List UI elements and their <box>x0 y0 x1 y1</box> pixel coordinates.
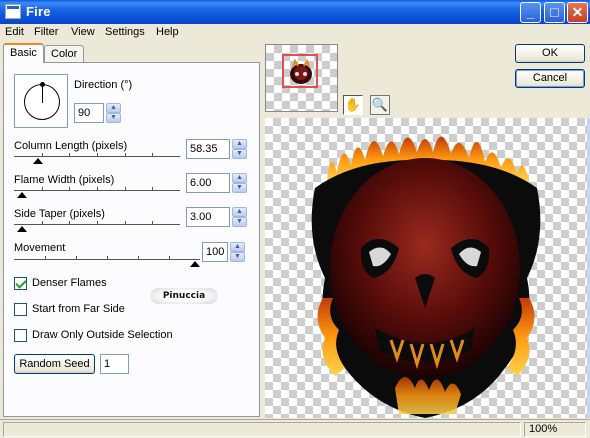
minimize-button[interactable]: _ <box>520 2 541 23</box>
status-bar: 100% <box>0 419 590 438</box>
pan-hand-icon[interactable]: ✋ <box>343 95 363 115</box>
slider-tick <box>45 256 46 260</box>
column-length-slider[interactable] <box>14 152 180 166</box>
tab-color[interactable]: Color <box>44 45 85 63</box>
movement-input[interactable]: 100 <box>202 242 228 262</box>
zoom-level: 100% <box>524 422 586 437</box>
slider-thumb[interactable] <box>33 158 43 164</box>
spin-down-icon[interactable]: ▼ <box>106 113 121 123</box>
spin-up-icon[interactable]: ▲ <box>232 173 247 183</box>
flame-width-label: Flame Width (pixels) <box>14 174 115 186</box>
denser-flames-checkbox[interactable] <box>14 277 27 290</box>
slider-tick <box>69 221 70 225</box>
menu-help[interactable]: Help <box>156 26 179 38</box>
flame-width-spinner[interactable]: ▲ ▼ <box>232 173 247 193</box>
spin-up-icon[interactable]: ▲ <box>230 242 245 252</box>
slider-tick <box>125 221 126 225</box>
slider-tick <box>42 187 43 191</box>
spin-down-icon[interactable]: ▼ <box>230 252 245 262</box>
spin-down-icon[interactable]: ▼ <box>232 149 247 159</box>
tab-basic[interactable]: Basic <box>3 43 44 63</box>
slider-thumb[interactable] <box>17 226 27 232</box>
slider-tick <box>97 153 98 157</box>
ok-button[interactable]: OK <box>515 44 585 63</box>
slider-tick <box>152 187 153 191</box>
random-seed-input[interactable]: 1 <box>100 354 129 374</box>
side-taper-input[interactable]: 3.00 <box>186 207 230 227</box>
movement-slider[interactable] <box>14 255 200 269</box>
menu-settings[interactable]: Settings <box>105 26 145 38</box>
menu-bar: Edit Filter View Settings Help <box>0 24 590 42</box>
close-button[interactable]: ✕ <box>567 2 588 23</box>
spin-down-icon[interactable]: ▼ <box>232 183 247 193</box>
slider-thumb[interactable] <box>190 261 200 267</box>
slider-tick <box>138 256 139 260</box>
spin-up-icon[interactable]: ▲ <box>232 207 247 217</box>
slider-thumb[interactable] <box>17 192 27 198</box>
slider-tick <box>42 153 43 157</box>
denser-flames-label[interactable]: Denser Flames <box>32 277 107 289</box>
direction-dial-handle[interactable] <box>40 82 45 87</box>
window-title: Fire <box>26 4 51 19</box>
flame-width-input[interactable]: 6.00 <box>186 173 230 193</box>
spin-up-icon[interactable]: ▲ <box>106 103 121 113</box>
slider-tick <box>69 187 70 191</box>
slider-tick <box>169 256 170 260</box>
direction-dial-needle <box>42 85 43 103</box>
direction-dial[interactable] <box>14 74 68 128</box>
movement-spinner[interactable]: ▲ ▼ <box>230 242 245 262</box>
viewport-indicator[interactable] <box>282 54 318 88</box>
draw-outside-selection-checkbox[interactable] <box>14 329 27 342</box>
flame-width-slider[interactable] <box>14 186 180 200</box>
draw-outside-selection-label[interactable]: Draw Only Outside Selection <box>32 329 173 341</box>
column-length-label: Column Length (pixels) <box>14 140 128 152</box>
column-length-input[interactable]: 58.35 <box>186 139 230 159</box>
status-message <box>3 422 521 437</box>
menu-edit[interactable]: Edit <box>5 26 24 38</box>
side-taper-label: Side Taper (pixels) <box>14 208 105 220</box>
spin-up-icon[interactable]: ▲ <box>232 139 247 149</box>
side-taper-spinner[interactable]: ▲ ▼ <box>232 207 247 227</box>
preview-canvas[interactable] <box>265 118 590 418</box>
slider-tick <box>152 221 153 225</box>
watermark-stamp: Pinuccia <box>150 288 218 304</box>
start-far-side-label[interactable]: Start from Far Side <box>32 303 125 315</box>
slider-tick <box>69 153 70 157</box>
direction-label: Direction (°) <box>74 79 133 91</box>
slider-tick <box>125 187 126 191</box>
cancel-button[interactable]: Cancel <box>515 69 585 88</box>
slider-tick <box>107 256 108 260</box>
app-window-icon <box>5 4 21 19</box>
spin-down-icon[interactable]: ▼ <box>232 217 247 227</box>
title-bar[interactable]: Fire _ □ ✕ <box>0 0 590 24</box>
slider-tick <box>76 256 77 260</box>
slider-tick <box>97 221 98 225</box>
random-seed-button[interactable]: Random Seed <box>14 354 95 374</box>
slider-tick <box>97 187 98 191</box>
direction-spinner[interactable]: ▲ ▼ <box>106 103 121 123</box>
slider-tick <box>152 153 153 157</box>
column-length-spinner[interactable]: ▲ ▼ <box>232 139 247 159</box>
menu-filter[interactable]: Filter <box>34 26 58 38</box>
slider-tick <box>125 153 126 157</box>
slider-tick <box>42 221 43 225</box>
zoom-magnifier-icon[interactable]: 🔍 <box>370 95 390 115</box>
direction-dial-circle <box>24 82 60 120</box>
direction-input[interactable]: 90 <box>74 103 104 123</box>
fire-skull-preview-image <box>311 136 541 418</box>
maximize-button[interactable]: □ <box>544 2 565 23</box>
movement-label: Movement <box>14 242 66 254</box>
menu-view[interactable]: View <box>71 26 95 38</box>
side-taper-slider[interactable] <box>14 220 180 234</box>
start-far-side-checkbox[interactable] <box>14 303 27 316</box>
